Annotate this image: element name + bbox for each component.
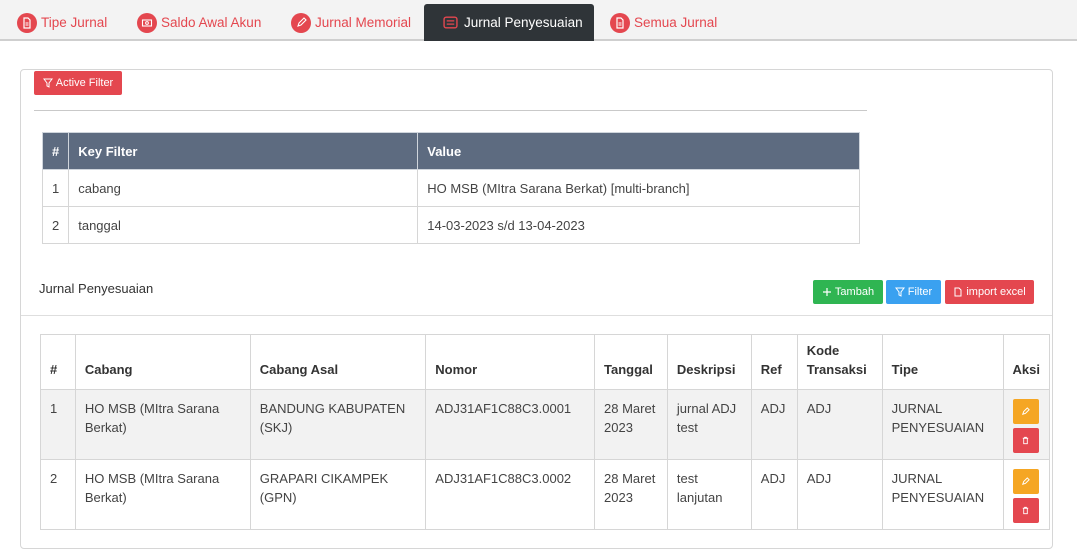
tanggal-cell: 28 Maret 2023 [594,459,668,530]
column-header: Cabang [74,334,251,390]
column-header: Deskripsi [666,334,752,390]
filter-value: HO MSB (MItra Sarana Berkat) [multi-bran… [417,169,860,207]
column-header: Tipe [881,334,1004,390]
delete-button[interactable] [1012,428,1039,453]
tipe-cell: JURNAL PENYESUAIAN [881,459,1004,530]
active-filter-table: # Key Filter Value 1 cabang HO MSB (MItr… [41,132,860,244]
kode-transaksi-cell: ADJ [796,459,883,530]
column-header: # [41,132,70,170]
filter-key: cabang [68,169,419,207]
column-header: Key Filter [68,132,419,170]
edit-button[interactable] [1012,469,1039,494]
tab-label: Jurnal Memorial [315,15,412,30]
table-row: 1 HO MSB (MItra Sarana Berkat) BANDUNG K… [40,389,1051,460]
row-number: 1 [41,169,70,207]
import-excel-button[interactable]: import excel [945,280,1034,304]
tab-bar: Tipe Jurnal Saldo Awal Akun Jurnal Memor… [0,0,1077,41]
tab-semua-jurnal[interactable]: Semua Jurnal [610,4,717,41]
list-icon [440,13,460,33]
tab-label: Semua Jurnal [634,15,718,30]
pencil-icon [291,12,311,33]
filter-key: tanggal [68,206,419,244]
cabang-cell: HO MSB (MItra Sarana Berkat) [74,389,251,460]
column-header: Ref [750,334,798,390]
column-header: Value [417,132,860,170]
column-header: Nomor [425,334,596,390]
filter-icon [894,287,905,297]
tab-label: Tipe Jurnal [41,15,108,30]
trash-icon [1022,506,1029,515]
tipe-cell: JURNAL PENYESUAIAN [881,389,1004,460]
tab-tipe-jurnal[interactable]: Tipe Jurnal [17,4,107,41]
table-row: 2 tanggal 14-03-2023 s/d 13-04-2023 [41,206,860,244]
section-title: Jurnal Penyesuaian [39,281,154,296]
filter-icon [42,78,53,88]
column-header: Tanggal [594,334,668,390]
tambah-label: Tambah [834,286,875,298]
cabang-asal-cell: BANDUNG KABUPATEN (SKJ) [249,389,427,460]
tab-label: Saldo Awal Akun [161,15,262,30]
cabang-cell: HO MSB (MItra Sarana Berkat) [74,459,251,530]
document-icon [610,12,630,33]
pencil-icon [1022,477,1030,485]
cabang-asal-cell: GRAPARI CIKAMPEK (GPN) [249,459,427,530]
aksi-cell [1002,389,1051,460]
jurnal-penyesuaian-table: # Cabang Cabang Asal Nomor Tanggal Deskr… [40,334,1051,530]
deskripsi-cell: jurnal ADJ test [666,389,752,460]
row-number: 2 [41,206,70,244]
column-header: # [40,334,76,390]
column-header: Kode Transaksi [796,334,883,390]
pencil-icon [1022,407,1030,415]
active-filter-label: Active Filter [55,77,114,89]
kode-transaksi-cell: ADJ [796,389,883,460]
tab-jurnal-memorial[interactable]: Jurnal Memorial [291,4,411,41]
filter-label: Filter [907,286,933,298]
divider [21,315,1052,316]
tab-saldo-awal-akun[interactable]: Saldo Awal Akun [137,4,261,41]
nomor-cell: ADJ31AF1C88C3.0002 [425,459,596,530]
trash-icon [1022,436,1029,445]
nomor-cell: ADJ31AF1C88C3.0001 [425,389,596,460]
active-filter-button[interactable]: Active Filter [34,71,122,95]
import-excel-label: import excel [966,286,1026,298]
ref-cell: ADJ [750,459,798,530]
plus-icon [822,288,831,296]
divider [34,110,867,111]
row-number: 2 [40,459,76,530]
tab-jurnal-penyesuaian[interactable]: Jurnal Penyesuaian [424,4,594,41]
table-row: 2 HO MSB (MItra Sarana Berkat) GRAPARI C… [40,459,1051,530]
column-header: Aksi [1002,334,1051,390]
delete-button[interactable] [1012,498,1039,523]
edit-button[interactable] [1012,399,1039,424]
ref-cell: ADJ [750,389,798,460]
money-icon [137,12,157,33]
filter-value: 14-03-2023 s/d 13-04-2023 [417,206,860,244]
column-header: Cabang Asal [249,334,427,390]
file-icon [954,287,962,297]
document-icon [17,12,37,33]
table-row: 1 cabang HO MSB (MItra Sarana Berkat) [m… [41,169,860,207]
tanggal-cell: 28 Maret 2023 [594,389,668,460]
row-number: 1 [40,389,76,460]
tambah-button[interactable]: Tambah [813,280,883,304]
tab-label: Jurnal Penyesuaian [464,15,583,30]
filter-button[interactable]: Filter [886,280,941,304]
deskripsi-cell: test lanjutan [666,459,752,530]
aksi-cell [1002,459,1051,530]
